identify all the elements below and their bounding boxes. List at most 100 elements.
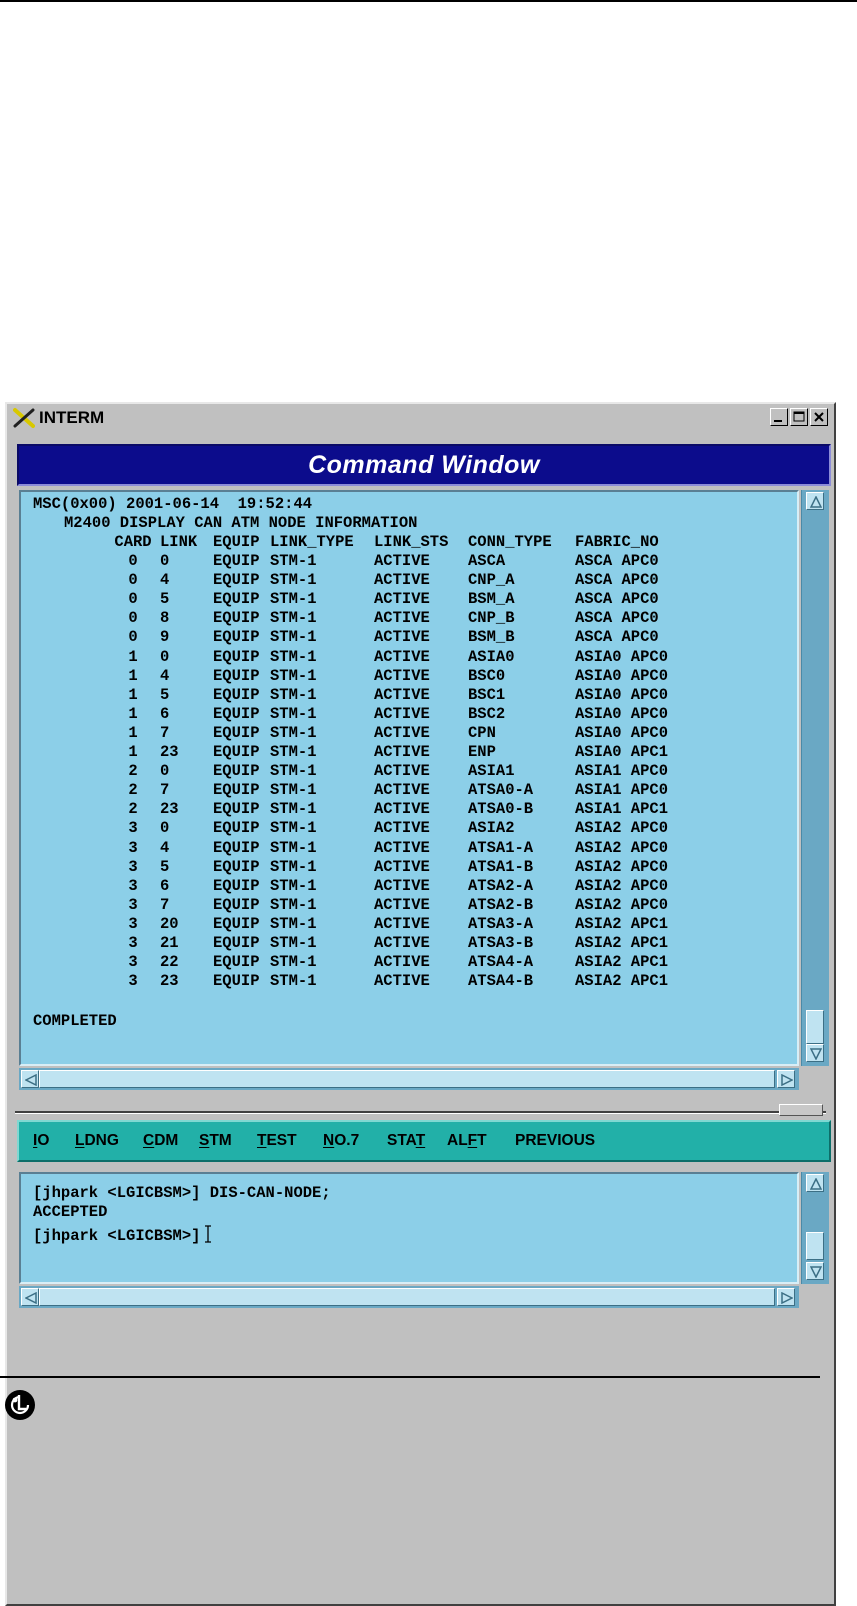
cell-link: 6: [160, 704, 170, 723]
input-history-line-1: [jhpark <LGICBSM>] DIS-CAN-NODE;: [33, 1184, 331, 1202]
cell-conn-type: BSC2: [468, 704, 506, 723]
cell-card: 1: [128, 685, 138, 704]
cell-link-type: STM-1: [270, 647, 317, 666]
scroll-left-button[interactable]: [21, 1070, 39, 1088]
menu-item-ldng[interactable]: LDNG: [75, 1132, 119, 1150]
input-vertical-scrollbar[interactable]: [801, 1172, 829, 1284]
menu-mnemonic: N: [323, 1132, 335, 1149]
table-indent: [33, 533, 113, 552]
cell-conn-type: ENP: [468, 743, 496, 762]
output-header-line: MSC(0x00) 2001-06-14 19:52:44: [33, 495, 313, 513]
cell-link-type: STM-1: [270, 781, 317, 800]
table-row: 3 21 EQUIP STM-1 ACTIVE ATSA3-B ASIA2 APC1: [33, 934, 695, 953]
minimize-button[interactable]: [770, 408, 788, 426]
input-hscroll-thumb[interactable]: [39, 1288, 775, 1306]
output-pane[interactable]: MSC(0x00) 2001-06-14 19:52:44 M2400 DISP…: [19, 490, 799, 1066]
input-scroll-left-button[interactable]: [21, 1288, 39, 1306]
cell-conn-type: ATSA1-B: [468, 857, 534, 876]
cell-link-type: STM-1: [270, 571, 317, 590]
cell-equip: EQUIP: [213, 685, 260, 704]
cell-fabric-no: ASIA1 APC0: [575, 762, 669, 781]
row-indent: [33, 896, 113, 915]
row-indent: [33, 724, 113, 743]
cell-link: 8: [160, 609, 170, 628]
output-scroll-thumb[interactable]: [806, 1010, 824, 1044]
cell-card: 1: [128, 647, 138, 666]
cell-fabric-no: ASIA0 APC0: [575, 704, 669, 723]
row-indent: [33, 953, 113, 972]
page-footer-rule: [0, 1376, 820, 1378]
scroll-down-button[interactable]: [806, 1044, 824, 1062]
arrow-up-icon: [810, 1178, 822, 1190]
cell-link: 7: [160, 895, 170, 914]
command-prompt-line[interactable]: [jhpark <LGICBSM>]: [33, 1222, 212, 1246]
cell-link: 20: [160, 914, 179, 933]
input-scroll-right-button[interactable]: [777, 1288, 795, 1306]
output-vertical-scrollbar[interactable]: [801, 490, 829, 1066]
cell-equip: EQUIP: [213, 762, 260, 781]
menu-item-no7[interactable]: NO.7: [323, 1132, 359, 1150]
menu-item-stm[interactable]: STM: [199, 1132, 232, 1150]
cell-link-sts: ACTIVE: [374, 704, 430, 723]
menu-item-test[interactable]: TEST: [257, 1132, 297, 1150]
table-row: 1 6 EQUIP STM-1 ACTIVE BSC2 ASIA0 APC0: [33, 705, 695, 724]
cell-fabric-no: ASIA0 APC0: [575, 685, 669, 704]
close-button[interactable]: [810, 408, 828, 426]
output-hscroll-thumb[interactable]: [39, 1070, 775, 1088]
cell-equip: EQUIP: [213, 800, 260, 819]
cell-card: 3: [128, 914, 138, 933]
input-pane[interactable]: [jhpark <LGICBSM>] DIS-CAN-NODE; ACCEPTE…: [19, 1172, 799, 1284]
cell-link: 7: [160, 723, 170, 742]
minimize-icon: [774, 420, 782, 422]
cell-conn-type: ATSA4-B: [468, 972, 534, 991]
cell-link-sts: ACTIVE: [374, 743, 430, 762]
arrow-right-icon: [781, 1292, 793, 1304]
cell-card: 3: [128, 838, 138, 857]
input-scroll-up-button[interactable]: [806, 1174, 824, 1192]
input-horizontal-scrollbar[interactable]: [19, 1286, 799, 1308]
x-logo-icon: [13, 408, 35, 428]
row-indent: [33, 743, 113, 762]
command-prompt: [jhpark <LGICBSM>]: [33, 1227, 201, 1245]
row-indent: [33, 800, 113, 819]
input-scroll-down-button[interactable]: [806, 1262, 824, 1280]
cell-link-sts: ACTIVE: [374, 609, 430, 628]
cell-card: 2: [128, 781, 138, 800]
maximize-button[interactable]: [790, 408, 808, 426]
cell-card: 1: [128, 723, 138, 742]
menu-item-io[interactable]: IO: [33, 1132, 49, 1150]
arrow-left-icon: [25, 1292, 37, 1304]
scroll-right-button[interactable]: [777, 1070, 795, 1088]
cell-fabric-no: ASCA APC0: [575, 590, 659, 609]
window-title: INTERM: [39, 408, 105, 427]
scroll-up-button[interactable]: [806, 492, 824, 510]
cell-conn-type: ATSA3-A: [468, 914, 534, 933]
cell-equip: EQUIP: [213, 914, 260, 933]
cell-link-type: STM-1: [270, 628, 317, 647]
input-scroll-thumb[interactable]: [806, 1232, 824, 1260]
cell-card: 3: [128, 953, 138, 972]
cell-link-sts: ACTIVE: [374, 819, 430, 838]
cell-fabric-no: ASCA APC0: [575, 552, 659, 571]
cell-equip: EQUIP: [213, 838, 260, 857]
table-row: 3 23 EQUIP STM-1 ACTIVE ATSA4-B ASIA2 APC1: [33, 972, 695, 991]
cell-conn-type: BSC0: [468, 666, 506, 685]
menu-item-previous[interactable]: PREVIOUS: [515, 1132, 595, 1150]
cell-link-type: STM-1: [270, 857, 317, 876]
cell-fabric-no: ASCA APC0: [575, 628, 659, 647]
cell-link-sts: ACTIVE: [374, 972, 430, 991]
cell-card: 3: [128, 972, 138, 991]
menu-item-cdm[interactable]: CDM: [143, 1132, 178, 1150]
menu-item-stat[interactable]: STAT: [387, 1132, 425, 1150]
arrow-down-icon: [810, 1048, 822, 1060]
output-horizontal-scrollbar[interactable]: [19, 1068, 799, 1090]
cell-equip: EQUIP: [213, 666, 260, 685]
menu-item-alft[interactable]: ALFT: [447, 1132, 487, 1150]
table-row: 3 7 EQUIP STM-1 ACTIVE ATSA2-B ASIA2 APC0: [33, 896, 695, 915]
column-header-link: LINK: [160, 533, 198, 551]
menu-label-pre: AL: [447, 1132, 468, 1149]
cell-equip: EQUIP: [213, 895, 260, 914]
cell-link: 4: [160, 571, 170, 590]
pane-resize-sash[interactable]: [779, 1104, 823, 1116]
title-bar[interactable]: INTERM: [9, 406, 832, 430]
